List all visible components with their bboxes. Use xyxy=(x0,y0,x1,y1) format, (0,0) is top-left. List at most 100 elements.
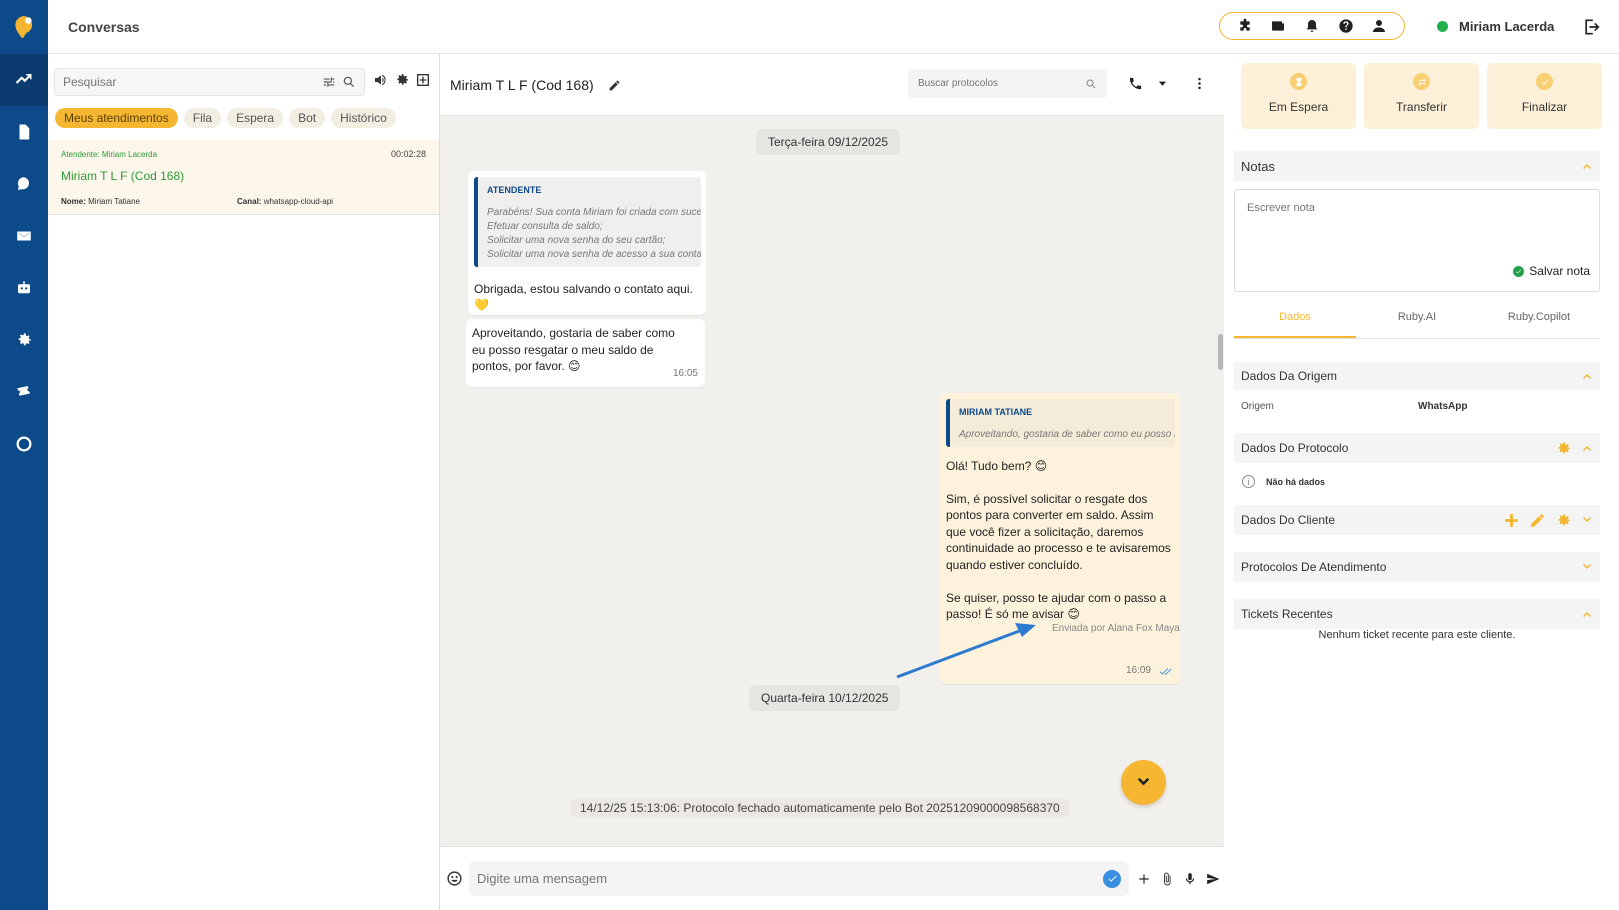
robot-icon xyxy=(18,281,30,294)
tab-ruby-ai[interactable]: Ruby.AI xyxy=(1356,297,1478,338)
chat-panel: Miriam T L F (Cod 168) Terça-feira 09/12… xyxy=(440,54,1224,910)
message-text: Obrigada, estou salvando o contato aqui.… xyxy=(474,281,693,313)
emoji-icon[interactable] xyxy=(446,870,463,887)
conversation-agent: Atendente: Miriam Lacerda xyxy=(61,150,158,159)
nav-nps[interactable] xyxy=(0,418,48,470)
nav-dashboard[interactable] xyxy=(0,54,48,106)
chevron-up-icon xyxy=(1583,612,1591,617)
search-icon[interactable] xyxy=(342,75,356,89)
note-textarea[interactable] xyxy=(1235,190,1599,250)
conversation-item[interactable]: Atendente: Miriam Lacerda 00:02:28 Miria… xyxy=(48,140,439,215)
em-espera-button[interactable]: Em Espera xyxy=(1241,63,1356,129)
help-icon[interactable] xyxy=(1338,18,1354,34)
message-input[interactable] xyxy=(477,871,1103,886)
chevron-down-icon xyxy=(1583,517,1591,522)
more-vertical-icon[interactable] xyxy=(1192,76,1207,91)
filter-historico[interactable]: Histórico xyxy=(331,108,396,128)
conversation-name: Miriam T L F (Cod 168) xyxy=(61,169,185,183)
notes-section-header[interactable]: Notas xyxy=(1234,151,1600,181)
protocol-search-input[interactable] xyxy=(918,78,1085,89)
chevron-down-icon xyxy=(1583,564,1591,569)
nav-settings[interactable] xyxy=(0,314,48,366)
phone-icon[interactable] xyxy=(1128,76,1143,91)
conversation-nome: Nome: Miriam Tatiane xyxy=(61,197,140,206)
section-dados-protocolo[interactable]: Dados Do Protocolo xyxy=(1234,433,1600,463)
filter-fila[interactable]: Fila xyxy=(183,108,222,128)
filter-sliders-icon[interactable] xyxy=(322,75,336,89)
search-icon[interactable] xyxy=(1085,78,1097,90)
plus-icon[interactable] xyxy=(1137,872,1151,886)
news-icon[interactable] xyxy=(1270,18,1286,34)
new-conversation-icon[interactable] xyxy=(415,72,431,88)
transferir-button[interactable]: Transferir xyxy=(1364,63,1479,129)
check-icon xyxy=(1536,73,1553,90)
scroll-to-bottom-button[interactable] xyxy=(1121,760,1166,805)
save-note-label: Salvar nota xyxy=(1529,264,1590,278)
paperclip-icon[interactable] xyxy=(1160,872,1174,886)
gear-icon[interactable] xyxy=(394,72,410,88)
action-label: Em Espera xyxy=(1268,100,1329,114)
message-composer xyxy=(440,846,1224,910)
nav-mail[interactable] xyxy=(0,210,48,262)
quoted-line: Parabéns! Sua conta Miriam foi criada co… xyxy=(487,206,701,218)
nav-bot[interactable] xyxy=(0,262,48,314)
date-separator: Quarta-feira 10/12/2025 xyxy=(749,685,901,711)
nav-documents[interactable] xyxy=(0,106,48,158)
pencil-icon[interactable] xyxy=(1529,512,1546,529)
microphone-icon[interactable] xyxy=(1183,872,1197,886)
section-title: Dados Da Origem xyxy=(1241,369,1338,383)
tab-dados[interactable]: Dados xyxy=(1234,297,1356,338)
protocol-search xyxy=(908,69,1107,98)
section-dados-cliente[interactable]: Dados Do Cliente xyxy=(1234,505,1600,535)
chat-scrollbar[interactable] xyxy=(1218,334,1223,370)
section-dados-origem[interactable]: Dados Da Origem xyxy=(1234,362,1600,390)
chat-contact-name: Miriam T L F (Cod 168) xyxy=(450,77,594,93)
nps-icon xyxy=(16,436,32,452)
conversation-search xyxy=(54,68,365,96)
section-protocolos-atendimento[interactable]: Protocolos De Atendimento xyxy=(1234,552,1600,582)
message-time: 16:09 xyxy=(1125,664,1151,676)
section-title: Dados Do Cliente xyxy=(1241,513,1336,527)
caret-down-icon[interactable] xyxy=(1157,78,1168,89)
save-note-button[interactable]: Salvar nota xyxy=(1513,264,1590,278)
quoted-message[interactable]: MIRIAM TATIANE Aproveitando, gostaria de… xyxy=(946,399,1175,447)
side-rail xyxy=(0,0,48,910)
notes-box: Salvar nota xyxy=(1234,189,1600,292)
user-icon[interactable] xyxy=(1371,18,1387,34)
page-title: Conversas xyxy=(68,19,140,35)
volume-icon[interactable] xyxy=(373,72,389,88)
info-icon: i xyxy=(1242,475,1255,488)
gear-icon[interactable] xyxy=(1555,512,1572,529)
document-icon xyxy=(19,124,30,140)
conversation-timer: 00:02:28 xyxy=(391,149,427,159)
message-bubble-incoming: ATENDENTE Parabéns! Sua conta Miriam foi… xyxy=(468,171,706,331)
filter-espera[interactable]: Espera xyxy=(227,108,284,128)
mail-icon xyxy=(17,231,31,241)
gear-icon[interactable] xyxy=(1555,440,1572,457)
edit-pencil-icon[interactable] xyxy=(608,79,621,92)
search-input[interactable] xyxy=(63,75,316,89)
bell-icon[interactable] xyxy=(1304,18,1320,34)
plus-icon[interactable] xyxy=(1503,512,1520,529)
message-text: Olá! Tudo bem? 😊 Sim, é possível solicit… xyxy=(946,458,1171,622)
quoted-message[interactable]: ATENDENTE Parabéns! Sua conta Miriam foi… xyxy=(474,177,701,267)
filter-bot[interactable]: Bot xyxy=(289,108,326,128)
chevron-down-icon xyxy=(1137,777,1150,786)
app-logo[interactable] xyxy=(0,0,48,54)
section-tickets-recentes[interactable]: Tickets Recentes xyxy=(1234,599,1600,629)
chat-header-tools xyxy=(1128,76,1207,91)
logout-button[interactable] xyxy=(1582,17,1602,37)
tab-ruby-copilot[interactable]: Ruby.Copilot xyxy=(1478,297,1600,338)
finalizar-button[interactable]: Finalizar xyxy=(1487,63,1602,129)
check-badge-icon[interactable] xyxy=(1103,869,1121,888)
send-icon[interactable] xyxy=(1206,872,1220,886)
section-title: Protocolos De Atendimento xyxy=(1241,560,1387,574)
list-tools xyxy=(373,72,431,88)
system-message: 14/12/25 15:13:06: Protocolo fechado aut… xyxy=(571,799,1069,817)
puzzle-icon[interactable] xyxy=(1237,18,1253,34)
nav-chat[interactable] xyxy=(0,158,48,210)
current-user[interactable]: Miriam Lacerda xyxy=(1437,19,1554,34)
filter-meus-atendimentos[interactable]: Meus atendimentos xyxy=(55,108,178,128)
nav-tickets[interactable] xyxy=(0,366,48,418)
online-status-dot xyxy=(1437,21,1448,32)
